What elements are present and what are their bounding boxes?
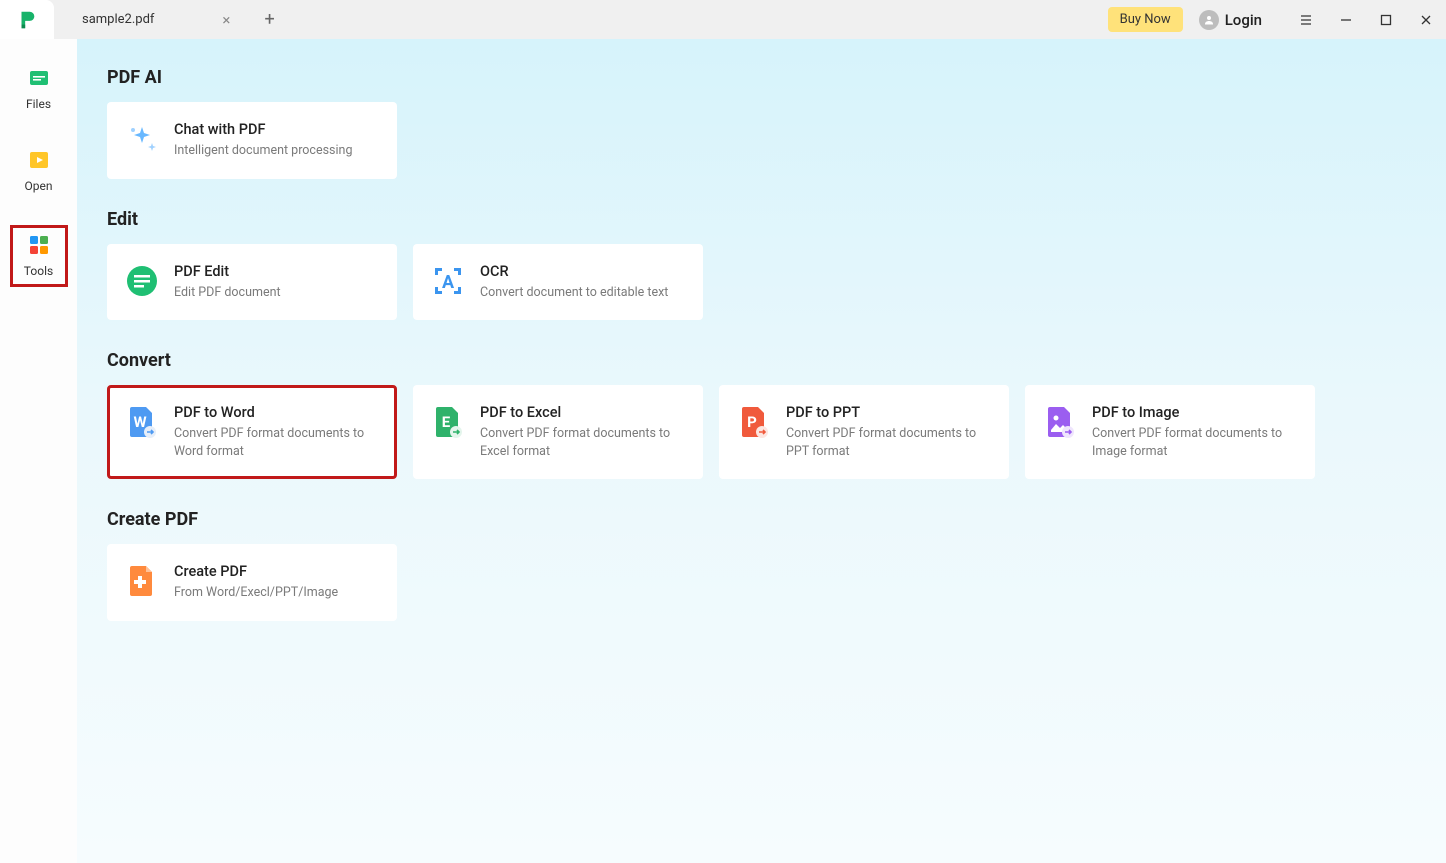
files-icon [26,65,52,91]
card-chat-with-pdf[interactable]: Chat with PDF Intelligent document proce… [107,102,397,179]
create-pdf-icon [124,563,160,599]
word-icon: W [124,404,160,440]
section-pdf-ai: PDF AI Chat with PDF Intelligent documen… [107,67,1416,179]
svg-text:W: W [133,413,146,431]
section-convert: Convert W PDF to Word Convert PDF format… [107,350,1416,479]
excel-icon: E [430,404,466,440]
pdf-edit-icon [124,263,160,299]
sidebar: Files Open Tools [0,39,77,863]
image-icon [1042,404,1078,440]
titlebar-right: Buy Now Login [1108,0,1446,39]
card-pdf-to-image[interactable]: PDF to Image Convert PDF format document… [1025,385,1315,479]
card-title: PDF to Excel [480,404,686,421]
card-ocr[interactable]: A OCR Convert document to editable text [413,244,703,321]
minimize-button[interactable] [1326,0,1366,39]
login-button[interactable]: Login [1193,10,1268,30]
window-controls [1286,0,1446,39]
ocr-icon: A [430,263,466,299]
section-title: Convert [107,350,1416,371]
sparkle-icon [124,121,160,157]
app-logo [0,0,54,39]
svg-text:P: P [747,413,757,431]
sidebar-item-tools[interactable]: Tools [10,225,68,287]
sidebar-label: Open [25,179,53,193]
sidebar-item-open[interactable]: Open [10,143,68,197]
card-title: PDF Edit [174,263,281,280]
card-title: Chat with PDF [174,121,352,138]
main-content: PDF AI Chat with PDF Intelligent documen… [77,39,1446,863]
svg-text:A: A [442,272,455,293]
svg-text:E: E [442,413,451,431]
tab-sample2[interactable]: sample2.pdf × [54,0,248,39]
avatar-icon [1199,10,1219,30]
section-title: Edit [107,209,1416,230]
tab-add-button[interactable]: + [248,9,290,30]
card-title: OCR [480,263,668,280]
titlebar: sample2.pdf × + Buy Now Login [0,0,1446,39]
section-title: Create PDF [107,509,1416,530]
card-desc: Convert PDF format documents to Excel fo… [480,425,686,460]
tab-label: sample2.pdf [82,12,154,27]
card-title: PDF to PPT [786,404,992,421]
menu-button[interactable] [1286,0,1326,39]
close-button[interactable] [1406,0,1446,39]
section-title: PDF AI [107,67,1416,88]
card-pdf-to-ppt[interactable]: P PDF to PPT Convert PDF format document… [719,385,1009,479]
card-desc: Intelligent document processing [174,142,352,160]
sidebar-label: Files [26,97,51,111]
card-desc: Edit PDF document [174,284,281,302]
card-create-pdf[interactable]: Create PDF From Word/Execl/PPT/Image [107,544,397,621]
open-icon [26,147,52,173]
maximize-button[interactable] [1366,0,1406,39]
login-label: Login [1225,11,1262,29]
card-title: Create PDF [174,563,338,580]
ppt-icon: P [736,404,772,440]
card-desc: Convert PDF format documents to Word for… [174,425,380,460]
section-create-pdf: Create PDF Create PDF From Word/Execl/PP… [107,509,1416,621]
tools-icon [26,232,52,258]
buy-now-button[interactable]: Buy Now [1108,7,1183,32]
sidebar-label: Tools [24,264,53,278]
card-pdf-to-excel[interactable]: E PDF to Excel Convert PDF format docume… [413,385,703,479]
card-pdf-edit[interactable]: PDF Edit Edit PDF document [107,244,397,321]
sidebar-item-files[interactable]: Files [10,61,68,115]
card-desc: Convert PDF format documents to Image fo… [1092,425,1298,460]
card-title: PDF to Image [1092,404,1298,421]
card-desc: Convert document to editable text [480,284,668,302]
card-desc: From Word/Execl/PPT/Image [174,584,338,602]
card-desc: Convert PDF format documents to PPT form… [786,425,992,460]
card-title: PDF to Word [174,404,380,421]
tab-close-icon[interactable]: × [218,11,234,29]
section-edit: Edit PDF Edit Edit PDF document A [107,209,1416,321]
card-pdf-to-word[interactable]: W PDF to Word Convert PDF format documen… [107,385,397,479]
